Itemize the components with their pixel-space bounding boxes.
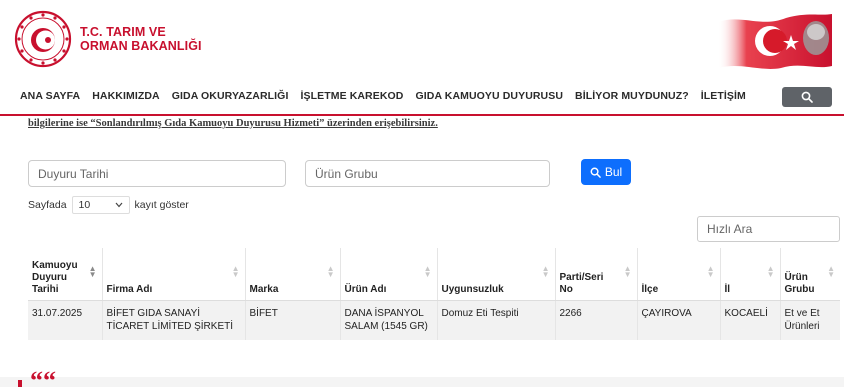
nav-did-you-know[interactable]: BİLİYOR MUYDUNUZ? (575, 90, 689, 102)
column-header-date[interactable]: Kamuoyu Duyuru Tarihi ▲ ▼ (28, 248, 103, 301)
cell-brand: BİFET (245, 300, 341, 340)
ministry-name-line1: T.C. TARIM VE (80, 25, 166, 39)
chevron-down-icon (115, 202, 122, 208)
column-header-district[interactable]: İlçe ▲ ▼ (637, 248, 721, 301)
terminated-service-notice[interactable]: bilgilerine ise “Sonlandırılmış Gıda Kam… (28, 118, 438, 129)
ministry-name[interactable]: T.C. TARIM VE ORMAN BAKANLIĞI (80, 25, 202, 53)
quote-accent-bar (18, 380, 22, 387)
cell-date: 31.07.2025 (28, 300, 103, 340)
sort-icon: ▲ ▼ (423, 264, 432, 279)
column-header-label: Uygunsuzluk (441, 283, 504, 295)
nav-about[interactable]: HAKKIMIZDA (92, 90, 160, 102)
nav-contact[interactable]: İLETİŞİM (701, 90, 746, 102)
product-group-input[interactable]: Ürün Grubu (305, 160, 550, 187)
quick-search-placeholder: Hızlı Ara (707, 222, 753, 236)
flag-ataturk-image (718, 14, 832, 69)
nav-food-literacy[interactable]: GIDA OKURYAZARLIĞI (172, 90, 289, 102)
cell-issue: Domuz Eti Tespiti (437, 300, 556, 340)
main-navigation: ANA SAYFA HAKKIMIZDA GIDA OKURYAZARLIĞI … (0, 78, 844, 116)
cell-product-group: Et ve Et Ürünleri (780, 300, 840, 340)
page-length-select[interactable]: 10 (71, 196, 130, 214)
column-header-company[interactable]: Firma Adı ▲ ▼ (102, 248, 246, 301)
column-header-label: Ürün Grubu (784, 271, 815, 295)
ministry-name-line2: ORMAN BAKANLIĞI (80, 39, 202, 53)
column-header-issue[interactable]: Uygunsuzluk ▲ ▼ (437, 248, 556, 301)
column-header-label: Firma Adı (106, 283, 153, 295)
ministry-logo[interactable] (14, 10, 72, 68)
page-length-prefix: Sayfada (28, 199, 67, 211)
sort-icon: ▲ ▼ (231, 264, 240, 279)
page-length-suffix: kayıt göster (134, 199, 189, 211)
nav-home[interactable]: ANA SAYFA (20, 90, 80, 102)
nav-search-button[interactable] (782, 87, 832, 107)
cell-batch: 2266 (555, 300, 638, 340)
sort-icon: ▲ ▼ (326, 264, 335, 279)
cell-district: ÇAYIROVA (637, 300, 721, 340)
sort-icon: ▲ ▼ (623, 264, 632, 279)
find-button[interactable]: Bul (581, 159, 631, 185)
column-header-label: İl (724, 283, 731, 295)
search-icon (590, 167, 601, 178)
nav-business-qrcode[interactable]: İŞLETME KAREKOD (300, 90, 403, 102)
table-row[interactable]: 31.07.2025 BİFET GIDA SANAYİ TİCARET LİM… (28, 300, 840, 340)
quick-search-input[interactable]: Hızlı Ara (697, 216, 840, 242)
column-header-province[interactable]: İl ▲ ▼ (720, 248, 781, 301)
cell-company: BİFET GIDA SANAYİ TİCARET LİMİTED ŞİRKET… (102, 300, 246, 340)
table-header-row: Kamuoyu Duyuru Tarihi ▲ ▼ Firma Adı ▲ ▼ Mark… (28, 248, 840, 301)
product-group-placeholder: Ürün Grubu (315, 166, 378, 181)
page-length-value: 10 (78, 199, 91, 211)
cell-product: DANA İSPANYOL SALAM (1545 GR) (340, 300, 438, 340)
search-icon (801, 91, 813, 103)
sort-icon: ▲ ▼ (706, 264, 715, 279)
cell-province: KOCAELİ (720, 300, 781, 340)
sort-icon: ▲ ▼ (541, 264, 550, 279)
column-header-product-group[interactable]: Ürün Grubu ▲ ▼ (780, 248, 840, 301)
column-header-label: Marka (249, 283, 279, 295)
column-header-product[interactable]: Ürün Adı ▲ ▼ (340, 248, 438, 301)
page-length-control: Sayfada 10 kayıt göster (28, 196, 189, 214)
column-header-label: Ürün Adı (344, 283, 387, 295)
announcements-table: Kamuoyu Duyuru Tarihi ▲ ▼ Firma Adı ▲ ▼ Mark… (28, 248, 840, 340)
column-header-label: Parti/Seri No (559, 271, 604, 295)
column-header-brand[interactable]: Marka ▲ ▼ (245, 248, 341, 301)
site-header: T.C. TARIM VE ORMAN BAKANLIĞI (0, 0, 844, 78)
find-button-label: Bul (604, 165, 623, 179)
announcement-date-placeholder: Duyuru Tarihi (38, 166, 109, 181)
column-header-batch[interactable]: Parti/Seri No ▲ ▼ (555, 248, 638, 301)
quote-icon: ““ (30, 366, 56, 387)
sort-icon: ▲ ▼ (88, 264, 97, 279)
sort-icon: ▲ ▼ (766, 264, 775, 279)
column-header-label: Kamuoyu Duyuru Tarihi (32, 259, 78, 295)
nav-public-announcement[interactable]: GIDA KAMUOYU DUYURUSU (415, 90, 563, 102)
sort-icon: ▲ ▼ (827, 264, 835, 279)
quote-section (0, 377, 844, 387)
column-header-label: İlçe (641, 283, 659, 295)
announcement-date-input[interactable]: Duyuru Tarihi (28, 160, 286, 187)
